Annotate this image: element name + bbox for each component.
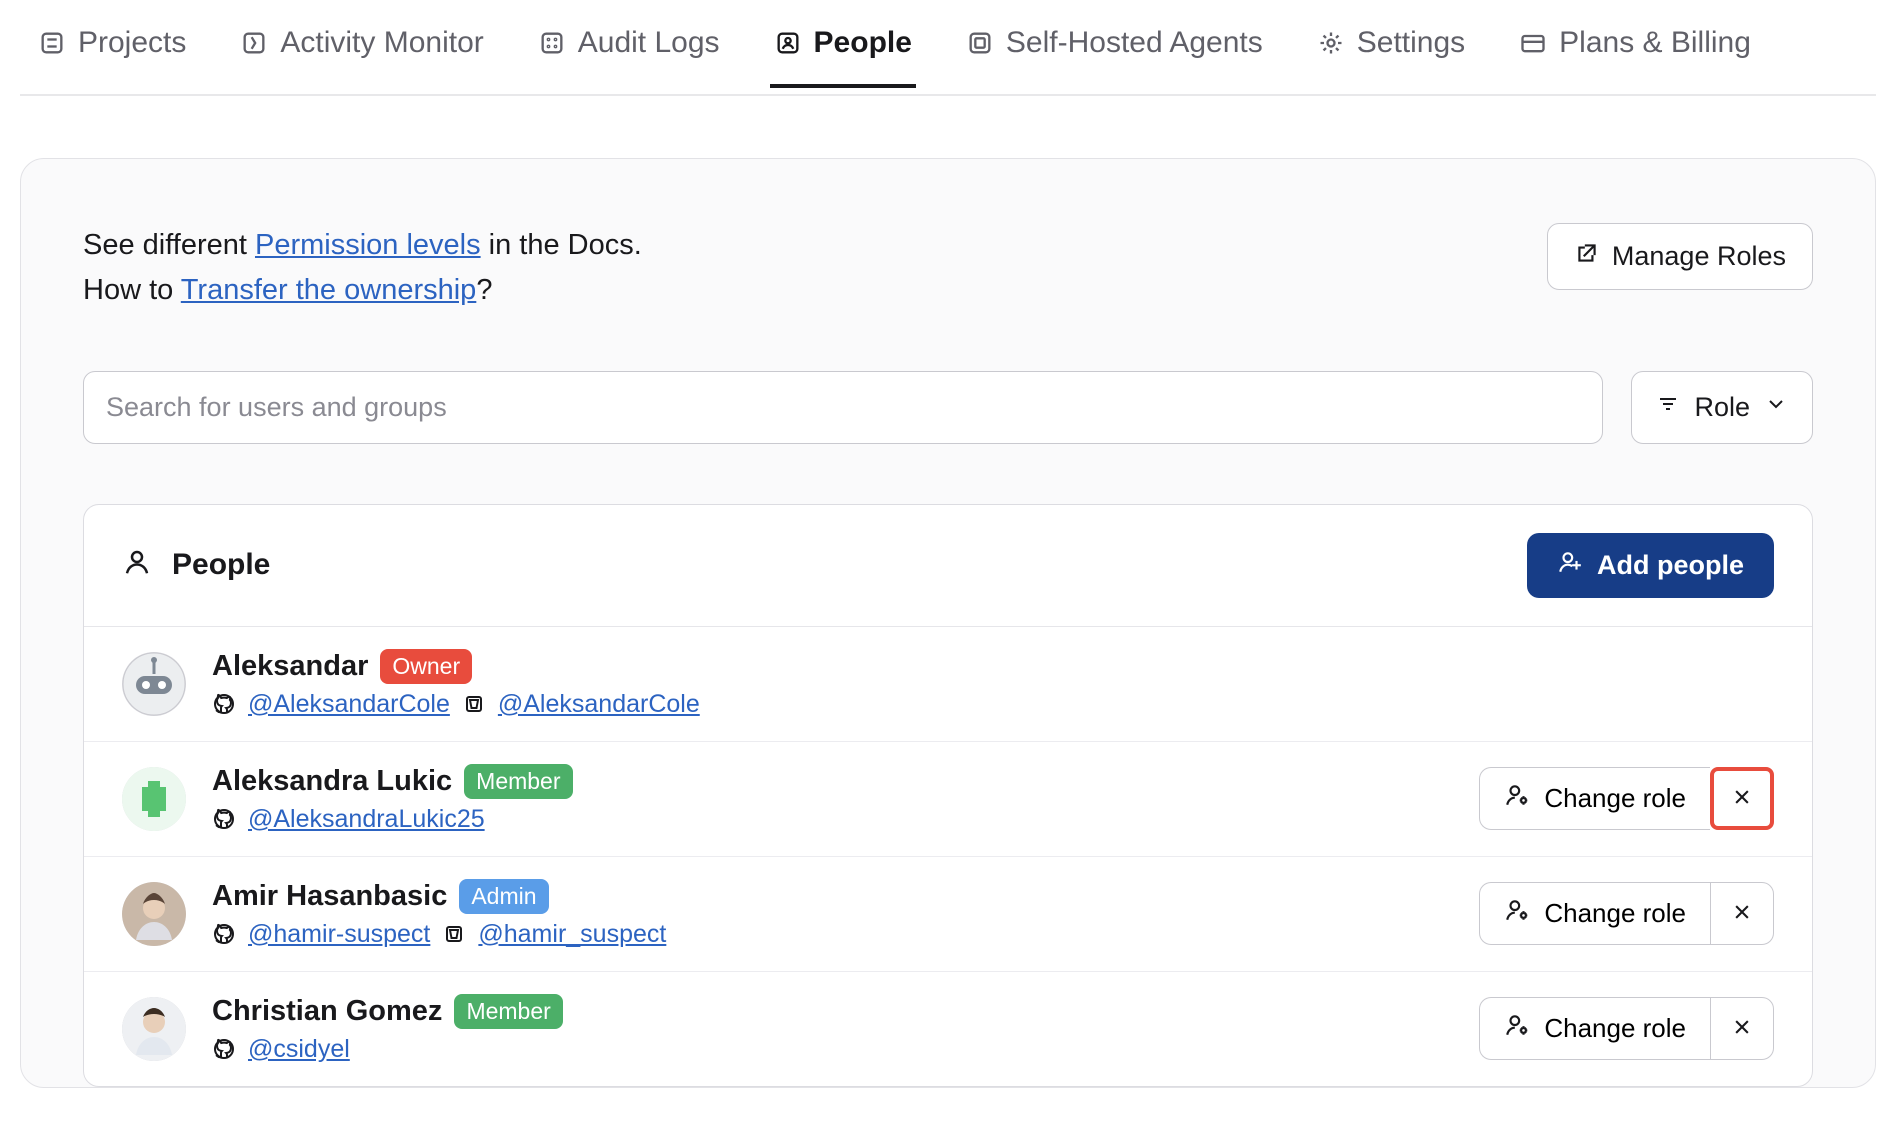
person-row: Amir Hasanbasic Admin @hamir-suspect @ha… [84, 857, 1812, 972]
tab-audit-logs[interactable]: Audit Logs [534, 12, 724, 88]
bitbucket-icon [462, 692, 486, 716]
card-title: People [172, 548, 270, 582]
github-handle-link[interactable]: @csidyel [248, 1035, 350, 1064]
people-icon [774, 29, 802, 57]
change-role-button[interactable]: Change role [1479, 767, 1710, 830]
person-row: Aleksandra Lukic Member @AleksandraLukic… [84, 742, 1812, 857]
user-gear-icon [1504, 782, 1530, 815]
filter-icon [1656, 392, 1680, 423]
role-badge: Member [464, 764, 572, 799]
change-role-button[interactable]: Change role [1479, 882, 1710, 945]
avatar [122, 882, 186, 946]
tab-label: Audit Logs [578, 26, 720, 60]
person-icon [122, 547, 152, 583]
tab-label: Settings [1357, 26, 1465, 60]
tab-settings[interactable]: Settings [1313, 12, 1469, 88]
tab-activity-monitor[interactable]: Activity Monitor [236, 12, 487, 88]
tab-label: Projects [78, 26, 186, 60]
role-badge: Admin [459, 879, 548, 914]
agents-icon [966, 29, 994, 57]
top-tabs: Projects Activity Monitor Audit Logs Peo… [20, 12, 1876, 96]
person-name: Amir Hasanbasic [212, 880, 447, 913]
close-icon [1732, 1017, 1752, 1040]
avatar [122, 767, 186, 831]
github-handle-link[interactable]: @AleksandarCole [248, 690, 450, 719]
projects-icon [38, 29, 66, 57]
chevron-down-icon [1764, 392, 1788, 423]
github-icon [212, 922, 236, 946]
github-handle-link[interactable]: @AleksandraLukic25 [248, 805, 485, 834]
person-row: Aleksandar Owner @AleksandarCole @Aleksa… [84, 627, 1812, 742]
tab-plans-billing[interactable]: Plans & Billing [1515, 12, 1755, 88]
bitbucket-handle-link[interactable]: @AleksandarCole [498, 690, 700, 719]
bitbucket-handle-link[interactable]: @hamir_suspect [478, 920, 666, 949]
close-icon [1732, 787, 1752, 810]
tab-self-hosted-agents[interactable]: Self-Hosted Agents [962, 12, 1267, 88]
person-name: Aleksandra Lukic [212, 765, 452, 798]
billing-icon [1519, 29, 1547, 57]
close-icon [1732, 902, 1752, 925]
person-row: Christian Gomez Member @csidyel Change r… [84, 972, 1812, 1086]
info-text: See different Permission levels in the D… [83, 223, 642, 313]
github-icon [212, 807, 236, 831]
tab-projects[interactable]: Projects [34, 12, 190, 88]
github-icon [212, 1037, 236, 1061]
search-input[interactable] [83, 371, 1603, 444]
add-people-button[interactable]: Add people [1527, 533, 1774, 598]
tab-label: Self-Hosted Agents [1006, 26, 1263, 60]
tab-label: People [814, 26, 912, 60]
people-panel: See different Permission levels in the D… [20, 158, 1876, 1088]
user-gear-icon [1504, 1012, 1530, 1045]
remove-person-button[interactable] [1710, 767, 1774, 830]
role-badge: Owner [380, 649, 472, 684]
role-badge: Member [454, 994, 562, 1029]
avatar [122, 652, 186, 716]
user-gear-icon [1504, 897, 1530, 930]
permission-levels-link[interactable]: Permission levels [255, 229, 481, 261]
tab-people[interactable]: People [770, 12, 916, 88]
settings-icon [1317, 29, 1345, 57]
role-filter-button[interactable]: Role [1631, 371, 1813, 444]
tab-label: Plans & Billing [1559, 26, 1751, 60]
tab-label: Activity Monitor [280, 26, 483, 60]
person-name: Christian Gomez [212, 995, 442, 1028]
user-plus-icon [1557, 549, 1583, 582]
github-handle-link[interactable]: @hamir-suspect [248, 920, 430, 949]
external-link-icon [1574, 240, 1600, 273]
people-card: People Add people Aleksandar Owner [83, 504, 1813, 1087]
remove-person-button[interactable] [1710, 997, 1774, 1060]
bitbucket-icon [442, 922, 466, 946]
audit-icon [538, 29, 566, 57]
person-name: Aleksandar [212, 650, 368, 683]
activity-icon [240, 29, 268, 57]
github-icon [212, 692, 236, 716]
remove-person-button[interactable] [1710, 882, 1774, 945]
transfer-ownership-link[interactable]: Transfer the ownership [181, 274, 477, 306]
manage-roles-button[interactable]: Manage Roles [1547, 223, 1813, 290]
change-role-button[interactable]: Change role [1479, 997, 1710, 1060]
avatar [122, 997, 186, 1061]
